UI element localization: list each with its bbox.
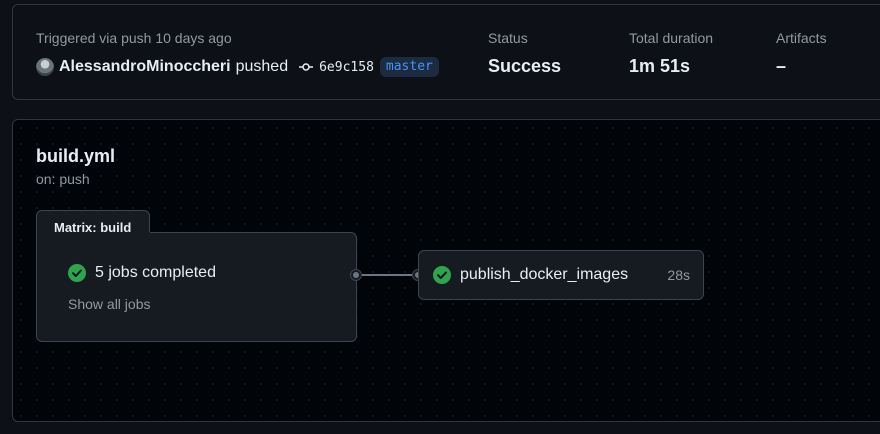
run-summary-panel: Triggered via push 10 days ago Alessandr… xyxy=(12,4,880,100)
check-circle-icon xyxy=(433,266,451,284)
jobs-completed-text: 5 jobs completed xyxy=(95,264,216,281)
actor-name-link[interactable]: AlessandroMinoccheri xyxy=(59,58,231,76)
trigger-text: Triggered via push 10 days ago xyxy=(36,30,232,46)
workflow-file-name: build.yml xyxy=(36,146,116,166)
job-row: publish_docker_images xyxy=(433,266,628,284)
status-label: Status xyxy=(488,30,528,46)
push-action-text: pushed xyxy=(235,58,289,75)
commit-sha-link[interactable]: 6e9c158 xyxy=(319,60,374,75)
matrix-output-port xyxy=(350,269,362,281)
workflow-trigger: on: push xyxy=(36,171,90,187)
branch-badge[interactable]: master xyxy=(379,57,439,77)
avatar[interactable] xyxy=(36,58,54,76)
job-connector-line xyxy=(362,274,414,276)
job-duration: 28s xyxy=(667,267,690,283)
job-name: publish_docker_images xyxy=(460,266,629,283)
status-value: Success xyxy=(488,56,562,76)
artifacts-value: – xyxy=(776,56,787,76)
duration-value: 1m 51s xyxy=(629,56,691,76)
jobs-completed-row: 5 jobs completed xyxy=(68,264,216,282)
matrix-build-card[interactable]: 5 jobs completed Show all jobs xyxy=(36,232,357,342)
check-circle-icon xyxy=(68,264,86,282)
duration-label: Total duration xyxy=(629,30,714,46)
git-commit-icon xyxy=(299,63,314,71)
show-all-jobs-link[interactable]: Show all jobs xyxy=(68,296,151,312)
artifacts-label: Artifacts xyxy=(776,30,827,46)
job-card-publish-docker-images[interactable]: publish_docker_images 28s xyxy=(418,250,704,300)
actor-row: AlessandroMinoccheri pushed 6e9c158 mast… xyxy=(36,56,439,78)
workflow-graph-panel: build.yml on: push Matrix: build 5 jobs … xyxy=(12,119,880,422)
